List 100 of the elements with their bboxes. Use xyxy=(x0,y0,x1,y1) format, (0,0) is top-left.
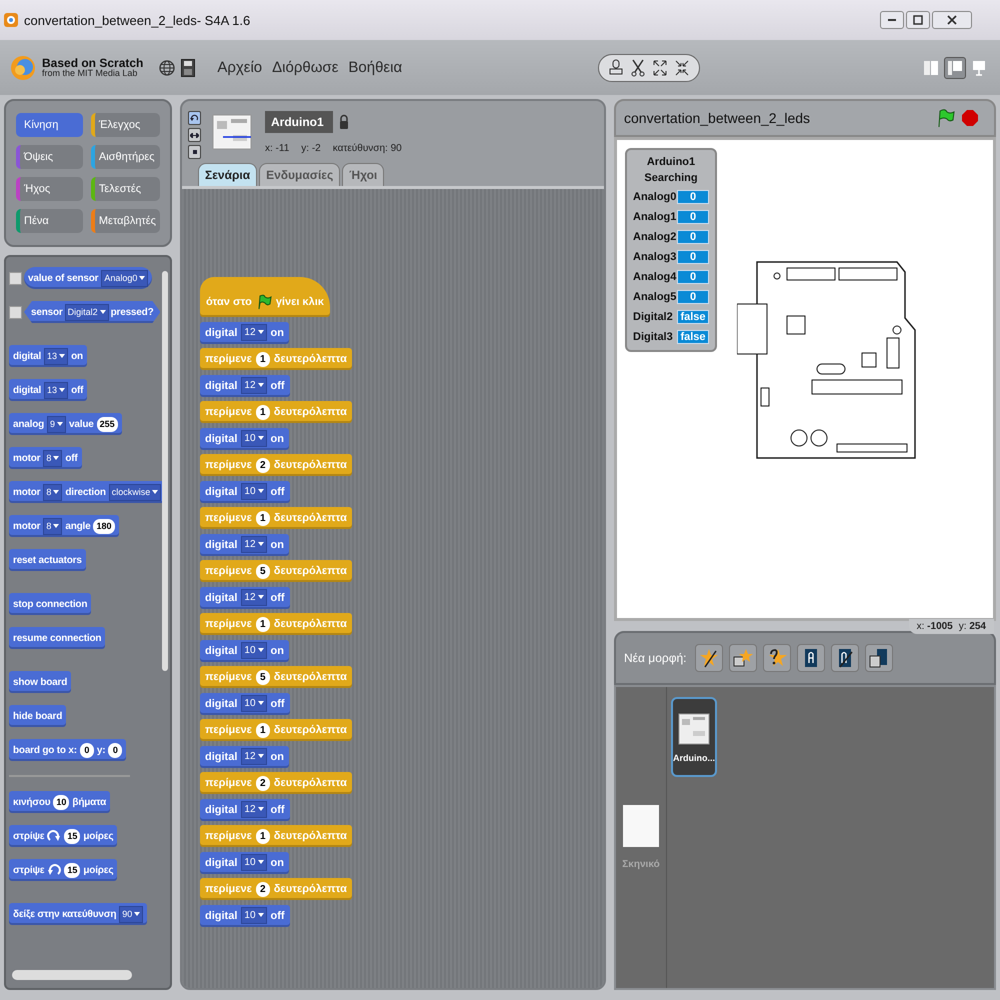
number-field[interactable]: 255 xyxy=(96,416,118,432)
random-sprite-button[interactable] xyxy=(762,644,790,672)
number-field[interactable]: 1 xyxy=(256,616,270,632)
dropdown-field[interactable]: 8 xyxy=(43,518,62,534)
command-block[interactable]: reset actuators xyxy=(9,549,86,571)
number-field[interactable]: 15 xyxy=(64,828,80,844)
close-button[interactable] xyxy=(932,11,972,29)
dropdown-field[interactable]: 9 xyxy=(47,416,66,432)
number-field[interactable]: 2 xyxy=(256,458,270,472)
command-block[interactable]: digital 10 off xyxy=(200,904,290,926)
grow-icon[interactable] xyxy=(651,58,670,78)
number-field[interactable]: 2 xyxy=(256,776,270,790)
number-field[interactable]: 1 xyxy=(256,722,270,738)
number-field[interactable]: 0 xyxy=(108,742,122,758)
command-block[interactable]: περίμενε 1 δευτερόλεπτα xyxy=(200,348,352,370)
dropdown-field[interactable]: 10 xyxy=(241,695,267,712)
command-block[interactable]: περίμενε 5 δευτερόλεπτα xyxy=(200,666,352,688)
command-block[interactable]: digital 10 on xyxy=(200,428,289,450)
command-block[interactable]: digital 12 on xyxy=(200,322,289,344)
backdrop-thumbnail[interactable] xyxy=(623,805,659,847)
command-block[interactable]: board go to x: 0 y: 0 xyxy=(9,739,126,761)
category-button[interactable]: Έλεγχος xyxy=(90,113,160,137)
command-block[interactable]: digital 10 on xyxy=(200,852,289,874)
dropdown-field[interactable]: Analog0 xyxy=(101,270,148,286)
command-block[interactable]: digital 10 off xyxy=(200,692,290,714)
menu-item[interactable]: Βοήθεια xyxy=(346,59,404,76)
dropdown-field[interactable]: 8 xyxy=(43,450,62,466)
command-block[interactable]: περίμενε 1 δευτερόλεπτα xyxy=(200,719,352,741)
boolean-block[interactable]: sensor Digital2 pressed? xyxy=(24,301,160,323)
menu-item[interactable]: Διόρθωσε xyxy=(270,59,340,76)
command-block[interactable]: hide board xyxy=(9,705,66,727)
normal-stage-button[interactable] xyxy=(944,56,966,78)
dropdown-field[interactable]: 10 xyxy=(241,642,267,659)
number-field[interactable]: 5 xyxy=(256,670,270,684)
command-block[interactable]: show board xyxy=(9,671,72,693)
command-block[interactable]: digital 13 on xyxy=(9,345,87,367)
number-field[interactable]: 10 xyxy=(53,794,70,810)
minimize-button[interactable] xyxy=(880,11,904,29)
no-rotate-button[interactable] xyxy=(188,145,201,159)
dropdown-field[interactable]: 12 xyxy=(241,536,267,553)
dropdown-field[interactable]: 12 xyxy=(241,801,267,818)
command-block[interactable]: digital 10 off xyxy=(200,480,290,502)
command-block[interactable]: δείξε στην κατεύθυνση 90 xyxy=(9,903,148,925)
number-field[interactable]: 1 xyxy=(256,828,270,844)
number-field[interactable]: 1 xyxy=(256,510,270,526)
paint-sprite-button[interactable] xyxy=(694,644,722,672)
dropdown-field[interactable]: 90 xyxy=(119,906,144,922)
command-block[interactable]: περίμενε 1 δευτερόλεπτα xyxy=(200,825,352,847)
tab[interactable]: Ενδυμασίες xyxy=(259,163,340,186)
command-block[interactable]: analog 9 value 255 xyxy=(9,413,122,435)
paint-board-button[interactable] xyxy=(830,644,858,672)
command-block[interactable]: περίμενε 1 δευτερόλεπτα xyxy=(200,401,352,423)
menu-item[interactable]: Αρχείο xyxy=(215,59,264,76)
category-button[interactable]: Όψεις xyxy=(16,145,83,169)
dropdown-field[interactable]: 10 xyxy=(241,854,267,871)
choose-board-button[interactable] xyxy=(864,644,892,672)
dropdown-field[interactable]: 12 xyxy=(241,377,267,394)
command-block[interactable]: digital 12 off xyxy=(200,798,290,820)
command-block[interactable]: digital 12 off xyxy=(200,374,290,396)
sprite-name-field[interactable]: Arduino1 xyxy=(265,111,333,133)
dropdown-field[interactable]: 13 xyxy=(44,348,68,364)
dropdown-field[interactable]: Digital2 xyxy=(64,304,109,320)
dropdown-field[interactable]: clockwise xyxy=(108,484,162,500)
command-block[interactable]: περίμενε 1 δευτερόλεπτα xyxy=(200,507,352,529)
stamp-icon[interactable] xyxy=(607,58,626,78)
command-block[interactable]: motor 8 angle 180 xyxy=(9,515,119,537)
command-block[interactable]: digital 12 off xyxy=(200,586,290,608)
category-button[interactable]: Τελεστές xyxy=(90,177,160,201)
category-button[interactable]: Μεταβλητές xyxy=(90,209,160,233)
checkbox[interactable] xyxy=(9,306,22,318)
command-block[interactable]: στρίψε 15 μοίρες xyxy=(9,859,118,881)
command-block[interactable]: στρίψε 15 μοίρες xyxy=(9,825,118,847)
lock-icon[interactable] xyxy=(339,114,349,130)
flag-icon[interactable] xyxy=(936,108,956,128)
command-block[interactable]: κινήσου 10 βήματα xyxy=(9,791,110,813)
number-field[interactable]: 1 xyxy=(256,404,270,420)
dropdown-field[interactable]: 10 xyxy=(241,907,267,924)
category-button[interactable]: Αισθητήρες xyxy=(90,145,160,169)
number-field[interactable]: 2 xyxy=(256,882,270,896)
dropdown-field[interactable]: 12 xyxy=(241,324,267,341)
choose-sprite-button[interactable] xyxy=(728,644,756,672)
command-block[interactable]: περίμενε 1 δευτερόλεπτα xyxy=(200,613,352,635)
category-button[interactable]: Κίνηση xyxy=(16,113,83,137)
category-button[interactable]: Ήχος xyxy=(16,177,83,201)
command-block[interactable]: digital 13 off xyxy=(9,379,88,401)
number-field[interactable]: 5 xyxy=(256,564,270,578)
new-board-button[interactable] xyxy=(796,644,824,672)
rotate-style-button[interactable] xyxy=(188,111,201,125)
command-block[interactable]: stop connection xyxy=(9,593,92,615)
command-block[interactable]: digital 12 on xyxy=(200,534,289,556)
dropdown-field[interactable]: 10 xyxy=(241,430,267,447)
flip-style-button[interactable] xyxy=(188,128,201,142)
command-block[interactable]: motor 8 off xyxy=(9,447,82,469)
number-field[interactable]: 1 xyxy=(256,352,270,366)
globe-icon[interactable] xyxy=(159,60,176,76)
checkbox[interactable] xyxy=(9,272,22,284)
dropdown-field[interactable]: 12 xyxy=(241,748,267,765)
command-block[interactable]: digital 12 on xyxy=(200,746,289,768)
sprite-tile[interactable]: Arduino... xyxy=(671,697,717,777)
maximize-button[interactable] xyxy=(906,11,930,29)
